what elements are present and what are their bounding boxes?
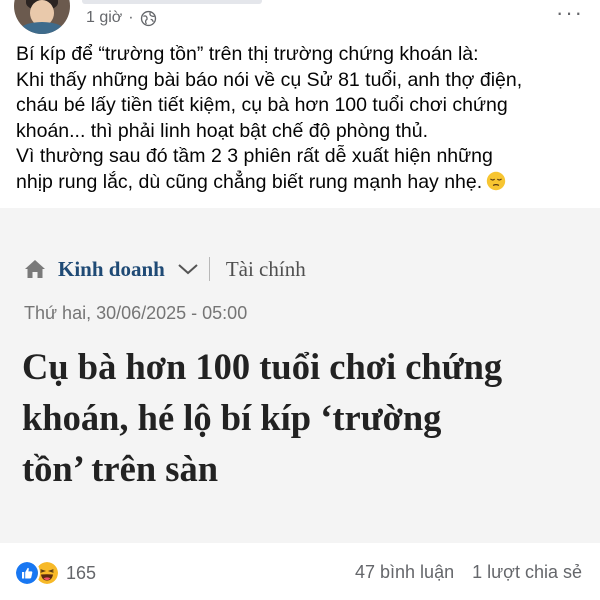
pensive-face-emoji-icon [486,171,506,191]
author-name-cropped[interactable] [82,0,262,4]
breadcrumb-divider [208,257,210,281]
headline-line: Cụ bà hơn 100 tuổi chơi chứng [22,346,503,387]
post-body: Bí kíp để “trường tồn” trên thị trường c… [16,42,588,196]
chevron-down-icon[interactable] [177,262,199,276]
shared-article-card[interactable]: Kinh doanh Tài chính Thứ hai, 30/06/2025… [0,208,600,543]
post-text-line: Khi thấy những bài báo nói về cụ Sử 81 t… [16,68,523,91]
post-timestamp[interactable]: 1 giờ [86,9,122,27]
post-text-line: cháu bé lấy tiền tiết kiệm, cụ bà hơn 10… [16,94,508,117]
breadcrumb-category[interactable]: Kinh doanh [58,257,165,282]
reactions-summary[interactable]: 165 [14,560,96,586]
post-meta: 1 giờ · [86,9,157,27]
post-text-line: Bí kíp để “trường tồn” trên thị trường c… [16,43,479,65]
article-headline[interactable]: Cụ bà hơn 100 tuổi chơi chứng khoán, hé … [22,341,592,494]
reaction-count: 165 [66,562,97,583]
comments-count-link[interactable]: 47 bình luận [355,562,454,583]
post-text-line: Vì thường sau đó tầm 2 3 phiên rất dễ xu… [16,145,493,168]
headline-line: tồn’ trên sàn [22,448,219,489]
breadcrumb: Kinh doanh Tài chính [24,256,306,282]
article-date: Thứ hai, 30/06/2025 - 05:00 [24,303,248,323]
headline-line: khoán, hé lộ bí kíp ‘trường [22,397,442,438]
home-icon[interactable] [24,258,46,280]
post-text-line: khoán... thì phải linh hoạt bật chế độ p… [16,119,428,142]
engagement-stats: 47 bình luận 1 lượt chia sẻ [355,562,582,583]
post-footer: 165 47 bình luận 1 lượt chia sẻ [0,552,600,592]
more-dots-icon[interactable]: ··· [556,0,584,26]
like-reaction-icon [14,560,40,586]
post-header: 1 giờ · ··· [0,0,600,36]
breadcrumb-subcategory[interactable]: Tài chính [226,257,306,282]
globe-icon [140,10,156,26]
post-text-line: nhịp rung lắc, dù cũng chẳng biết rung m… [16,170,483,193]
post-text-line-last: nhịp rung lắc, dù cũng chẳng biết rung m… [16,170,588,196]
shares-count-link[interactable]: 1 lượt chia sẻ [472,562,582,583]
author-avatar[interactable] [14,0,70,34]
